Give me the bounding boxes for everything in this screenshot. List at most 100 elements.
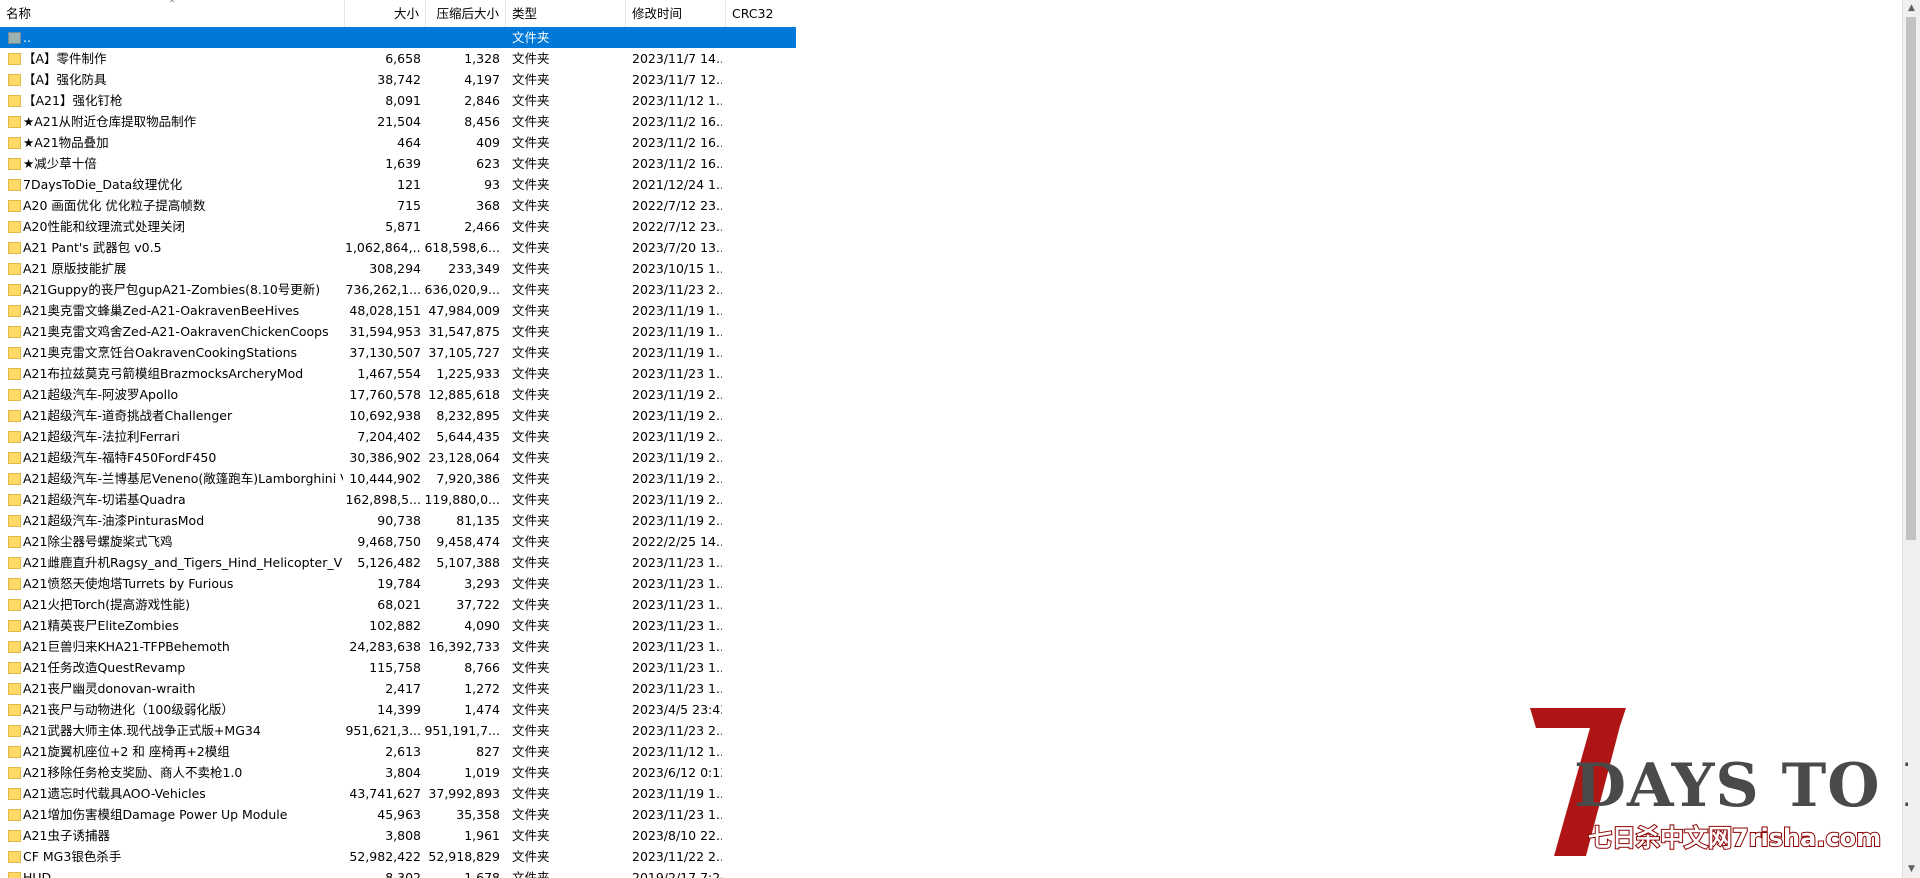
item-compressed-size: 5,644,435: [436, 429, 500, 444]
item-size: 30,386,902: [349, 450, 421, 465]
list-item[interactable]: ★A21从附近仓库提取物品制作 21,504 8,456 文件夹 2023/11/2 1…: [0, 111, 796, 132]
list-item[interactable]: A21火把Torch(提高游戏性能) 68,021 37,722 文件夹 2023/11…: [0, 594, 796, 615]
item-name: 【A】零件制作: [23, 51, 107, 66]
list-item[interactable]: A21愤怒天使炮塔Turrets by Furious 19,784 3,293 文件…: [0, 573, 796, 594]
list-item[interactable]: A21Guppy的丧尸包gupA21-Zombies(8.10号更新) 736,2…: [0, 279, 796, 300]
list-item[interactable]: HUD 8,302 1,678 文件夹 2019/2/17 7:24: [0, 867, 796, 878]
item-size: 31,594,953: [349, 324, 421, 339]
item-modified-time: 2023/11/23 1...: [632, 555, 722, 570]
list-item[interactable]: CF MG3银色杀手 52,982,422 52,918,829 文件夹 2023/11…: [0, 846, 796, 867]
item-size: 8,302: [385, 870, 421, 878]
item-type: 文件夹: [512, 744, 550, 759]
list-item[interactable]: A21超级汽车-法拉利Ferrari 7,204,402 5,644,435 文件夹 2…: [0, 426, 796, 447]
logo-subtitle: 七日杀中文网7risha.com: [1588, 824, 1881, 852]
folder-icon: [8, 431, 21, 443]
list-item[interactable]: A21超级汽车-油漆PinturasMod 90,738 81,135 文件夹 2023…: [0, 510, 796, 531]
list-item[interactable]: A21奥克雷文鸡舍Zed-A21-OakravenChickenCoops 31,…: [0, 321, 796, 342]
item-name: A21丧尸幽灵donovan-wraith: [23, 681, 196, 696]
list-item[interactable]: A21超级汽车-福特F450FordF450 30,386,902 23,128,0…: [0, 447, 796, 468]
item-name: A20 画面优化 优化粒子提高帧数: [23, 198, 206, 213]
item-name: A21奥克雷文鸡舍Zed-A21-OakravenChickenCoops: [23, 324, 329, 339]
list-item[interactable]: A20 画面优化 优化粒子提高帧数 715 368 文件夹 2022/7/12 23..…: [0, 195, 796, 216]
item-size: 2,417: [385, 681, 421, 696]
list-item[interactable]: A21任务改造QuestRevamp 115,758 8,766 文件夹 2023/11…: [0, 657, 796, 678]
item-type: 文件夹: [512, 135, 550, 150]
item-type: 文件夹: [512, 786, 550, 801]
item-type: 文件夹: [512, 282, 550, 297]
item-compressed-size: 31,547,875: [428, 324, 500, 339]
list-item[interactable]: A21雌鹿直升机Ragsy_and_Tigers_Hind_Helicopter…: [0, 552, 796, 573]
list-item[interactable]: A20性能和纹理流式处理关闭 5,871 2,466 文件夹 2022/7/12 23.…: [0, 216, 796, 237]
list-item[interactable]: A21精英丧尸EliteZombies 102,882 4,090 文件夹 2023/1…: [0, 615, 796, 636]
item-modified-time: 2023/11/23 1...: [632, 366, 722, 381]
list-item[interactable]: A21丧尸与动物进化（100级弱化版） 14,399 1,474 文件夹 2023/4/…: [0, 699, 796, 720]
list-item[interactable]: A21遗忘时代载具AOO-Vehicles 43,741,627 37,992,89…: [0, 783, 796, 804]
col-type-header[interactable]: 类型: [506, 0, 626, 27]
col-compressed-header[interactable]: 压缩后大小: [426, 0, 506, 27]
item-name: HUD: [23, 870, 52, 878]
list-item[interactable]: A21超级汽车-切诺基Quadra 162,898,5... 119,880,0..…: [0, 489, 796, 510]
item-name: A21雌鹿直升机Ragsy_and_Tigers_Hind_Helicopter…: [23, 555, 343, 570]
list-item[interactable]: A21奥克雷文蜂巢Zed-A21-OakravenBeeHives 48,028,…: [0, 300, 796, 321]
list-item[interactable]: A21除尘器号螺旋桨式飞鸡 9,468,750 9,458,474 文件夹 2022/2…: [0, 531, 796, 552]
item-modified-time: [632, 27, 722, 48]
list-item[interactable]: A21旋翼机座位+2 和 座椅再+2模组 2,613 827 文件夹 2023/11/1…: [0, 741, 796, 762]
list-item[interactable]: A21 Pant's 武器包 v0.5 1,062,864,... 618,598,…: [0, 237, 796, 258]
item-size: 115,758: [369, 660, 421, 675]
item-size: 24,283,638: [349, 639, 421, 654]
item-name: A21巨兽归来KHA21-TFPBehemoth: [23, 639, 230, 654]
list-item[interactable]: ★A21物品叠加 464 409 文件夹 2023/11/2 16...: [0, 132, 796, 153]
item-size: 21,504: [377, 114, 421, 129]
item-modified-time: 2023/11/2 16...: [632, 156, 722, 171]
scrollbar-thumb[interactable]: [1906, 17, 1916, 540]
item-compressed-size: 951,191,7...: [424, 723, 500, 738]
item-compressed-size: 119,880,0...: [424, 492, 500, 507]
item-modified-time: 2023/11/19 1...: [632, 786, 722, 801]
list-item[interactable]: ★减少草十倍 1,639 623 文件夹 2023/11/2 16...: [0, 153, 796, 174]
item-size: 3,808: [385, 828, 421, 843]
item-compressed-size: 7,920,386: [436, 471, 500, 486]
item-compressed-size: 409: [476, 135, 500, 150]
list-item[interactable]: A21增加伤害模组Damage Power Up Module 45,963 35,…: [0, 804, 796, 825]
list-item[interactable]: A21奥克雷文烹饪台OakravenCookingStations 37,130,…: [0, 342, 796, 363]
item-name: A21超级汽车-道奇挑战者Challenger: [23, 408, 233, 423]
list-item[interactable]: A21丧尸幽灵donovan-wraith 2,417 1,272 文件夹 2023/1…: [0, 678, 796, 699]
scroll-up-icon[interactable]: ▲: [1903, 0, 1920, 17]
list-item[interactable]: A21武器大师主体.现代战争正式版+MG34 951,621,3... 951,19…: [0, 720, 796, 741]
item-name: A21布拉兹莫克弓箭模组BrazmocksArcheryMod: [23, 366, 304, 381]
folder-icon: [8, 53, 21, 65]
item-size: 17,760,578: [349, 387, 421, 402]
folder-icon: [8, 851, 21, 863]
item-name: CF MG3银色杀手: [23, 849, 122, 864]
list-item[interactable]: A21虫子诱捕器 3,808 1,961 文件夹 2023/8/10 22...: [0, 825, 796, 846]
list-item[interactable]: 【A】强化防具 38,742 4,197 文件夹 2023/11/7 12...: [0, 69, 796, 90]
list-item[interactable]: A21 原版技能扩展 308,294 233,349 文件夹 2023/10/15 1.…: [0, 258, 796, 279]
folder-icon: [8, 95, 21, 107]
item-compressed-size: 233,349: [448, 261, 500, 276]
item-compressed-size: 1,474: [464, 702, 500, 717]
item-modified-time: 2023/11/7 14...: [632, 51, 722, 66]
list-item-parent[interactable]: .. 文件夹: [0, 27, 796, 48]
list-item[interactable]: A21超级汽车-阿波罗Apollo 17,760,578 12,885,618 文件夹…: [0, 384, 796, 405]
folder-icon: [8, 410, 21, 422]
item-name: A21超级汽车-阿波罗Apollo: [23, 387, 179, 402]
folder-icon: [8, 368, 21, 380]
list-item[interactable]: 【A】零件制作 6,658 1,328 文件夹 2023/11/7 14...: [0, 48, 796, 69]
item-type: 文件夹: [512, 51, 550, 66]
item-name: A21超级汽车-兰博基尼Veneno(敞篷跑车)Lamborghini V...: [23, 471, 343, 486]
list-item[interactable]: 【A21】强化钉枪 8,091 2,846 文件夹 2023/11/12 1...: [0, 90, 796, 111]
folder-icon: [8, 473, 21, 485]
list-item[interactable]: A21巨兽归来KHA21-TFPBehemoth 24,283,638 16,392…: [0, 636, 796, 657]
item-name: 7DaysToDie_Data纹理优化: [23, 177, 183, 192]
list-item[interactable]: A21超级汽车-兰博基尼Veneno(敞篷跑车)Lamborghini V...…: [0, 468, 796, 489]
col-mtime-header[interactable]: 修改时间: [626, 0, 726, 27]
col-size-header[interactable]: 大小: [345, 0, 426, 27]
item-size: 52,982,422: [349, 849, 421, 864]
list-item[interactable]: 7DaysToDie_Data纹理优化 121 93 文件夹 2021/12/24 1.…: [0, 174, 796, 195]
item-name: A21超级汽车-法拉利Ferrari: [23, 429, 180, 444]
list-item[interactable]: A21移除任务枪支奖励、商人不卖枪1.0 3,804 1,019 文件夹 2023/6/…: [0, 762, 796, 783]
folder-icon: [8, 746, 21, 758]
list-item[interactable]: A21超级汽车-道奇挑战者Challenger 10,692,938 8,232,8…: [0, 405, 796, 426]
col-crc-header[interactable]: CRC32: [726, 0, 796, 27]
list-item[interactable]: A21布拉兹莫克弓箭模组BrazmocksArcheryMod 1,467,554…: [0, 363, 796, 384]
